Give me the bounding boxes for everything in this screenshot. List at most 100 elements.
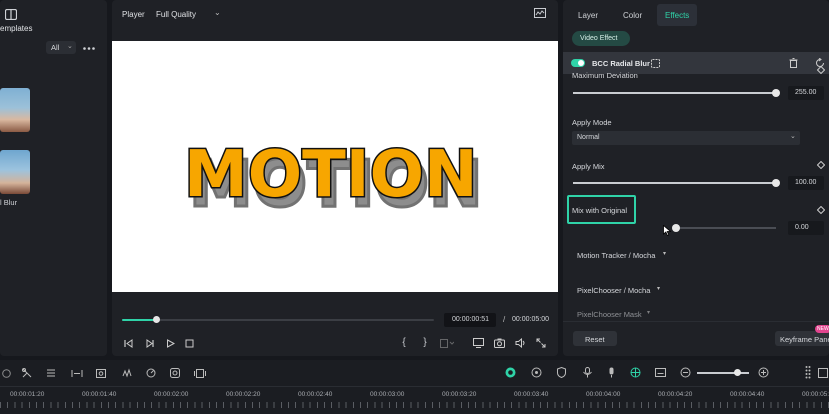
zoom-in-icon[interactable] bbox=[758, 367, 769, 378]
slider-fill bbox=[573, 92, 776, 94]
effect-settings-icon[interactable] bbox=[650, 58, 660, 68]
mouse-cursor bbox=[663, 225, 671, 236]
playback-progress[interactable] bbox=[122, 316, 434, 323]
effect-enable-toggle[interactable] bbox=[571, 59, 585, 67]
playhead-handle[interactable] bbox=[153, 316, 161, 323]
zoom-out-icon[interactable] bbox=[680, 367, 691, 378]
mix-original-value[interactable]: 0.00 bbox=[788, 221, 824, 235]
delete-icon[interactable] bbox=[1, 368, 11, 378]
clip-icon[interactable] bbox=[194, 368, 206, 378]
ruler-label: 00:00:04:40 bbox=[730, 391, 765, 398]
current-time-box[interactable]: 00:00:00:51 bbox=[444, 313, 496, 327]
keyframe-icon[interactable] bbox=[817, 161, 825, 169]
player-label: Player bbox=[122, 10, 145, 19]
play-reverse-icon[interactable] bbox=[144, 338, 154, 348]
ruler-label: 00:00:03:20 bbox=[442, 391, 477, 398]
zoom-slider-handle[interactable] bbox=[734, 369, 741, 376]
mix-original-slider[interactable] bbox=[672, 224, 776, 232]
effects-panel: Layer Color Effects Video Effect BCC Rad… bbox=[563, 0, 829, 356]
slider-handle[interactable] bbox=[772, 89, 780, 97]
zoom-slider[interactable] bbox=[697, 369, 749, 376]
caret-down-icon: ▾ bbox=[663, 251, 667, 257]
play-icon[interactable] bbox=[165, 338, 175, 348]
keyframe-panel-label: Keyframe Pane bbox=[780, 335, 829, 344]
filter-value: All bbox=[51, 43, 60, 52]
subtitle-icon[interactable] bbox=[655, 367, 666, 378]
subtab-video-effect[interactable]: Video Effect bbox=[572, 31, 630, 46]
media-thumbnail[interactable] bbox=[0, 88, 30, 132]
panel-layout-icon[interactable] bbox=[5, 8, 17, 20]
fit-icon[interactable] bbox=[71, 368, 83, 378]
mark-in-icon[interactable]: { bbox=[400, 337, 408, 348]
fullscreen-icon[interactable] bbox=[536, 338, 546, 348]
mask-icon[interactable] bbox=[170, 368, 180, 378]
section-motion-tracker[interactable]: Motion Tracker / Mocha ▾ bbox=[577, 247, 697, 261]
apply-mode-select[interactable]: Normal ⌄ bbox=[572, 131, 800, 145]
more-icon[interactable] bbox=[83, 44, 95, 52]
adjust-icon[interactable] bbox=[46, 368, 56, 378]
motion-icon[interactable] bbox=[531, 367, 542, 378]
stop-icon[interactable] bbox=[184, 338, 194, 348]
effect-name: BCC Radial Blur bbox=[592, 59, 650, 68]
new-badge: NEW bbox=[815, 325, 829, 333]
display-icon[interactable] bbox=[473, 338, 484, 348]
time-separator: / bbox=[503, 315, 506, 324]
split-icon[interactable] bbox=[22, 368, 32, 378]
slider-handle[interactable] bbox=[672, 224, 680, 232]
render-icon[interactable] bbox=[505, 367, 516, 378]
timeline-panel: 00:00:01:20 00:00:01:40 00:00:02:00 00:00:0… bbox=[0, 360, 829, 414]
media-panel: emplates All ⌄ l Blur bbox=[0, 0, 107, 356]
filter-dropdown[interactable]: All ⌄ bbox=[46, 41, 76, 54]
quality-dropdown[interactable]: Full Quality ⌄ bbox=[152, 6, 226, 21]
layout-icon[interactable] bbox=[818, 367, 828, 378]
subtab-label: Video Effect bbox=[580, 35, 618, 42]
reset-label: Reset bbox=[585, 335, 605, 344]
volume-icon[interactable] bbox=[515, 338, 526, 348]
tab-layer[interactable]: Layer bbox=[573, 4, 603, 26]
waveform-icon[interactable] bbox=[534, 8, 546, 18]
reset-button[interactable]: Reset bbox=[573, 331, 617, 346]
timeline-ruler[interactable]: 00:00:01:20 00:00:01:40 00:00:02:00 00:00:0… bbox=[0, 386, 829, 414]
ruler-label: 00:00:04:00 bbox=[586, 391, 621, 398]
apply-mix-slider[interactable] bbox=[573, 179, 780, 187]
audio-icon[interactable] bbox=[122, 368, 132, 378]
microphone-icon[interactable] bbox=[582, 367, 592, 378]
timeline-toolbar bbox=[0, 360, 829, 384]
prev-frame-icon[interactable] bbox=[123, 338, 133, 348]
chevron-down-icon: ⌄ bbox=[790, 133, 796, 140]
tab-effects[interactable]: Effects bbox=[657, 4, 697, 26]
preview-canvas[interactable]: MOTION MOTION bbox=[112, 41, 558, 292]
apply-mode-label: Apply Mode bbox=[572, 118, 612, 127]
max-deviation-slider[interactable] bbox=[573, 89, 780, 97]
section-label: Motion Tracker / Mocha bbox=[577, 251, 656, 260]
tab-color[interactable]: Color bbox=[618, 4, 648, 26]
keyframe-panel-button[interactable]: Keyframe Pane bbox=[775, 331, 829, 346]
section-label: PixelChooser Mask bbox=[577, 310, 642, 319]
section-pixelchooser-mask[interactable]: PixelChooser Mask ▾ bbox=[577, 306, 697, 320]
templates-label[interactable]: emplates bbox=[0, 24, 32, 33]
ruler-label: 00:00:02:00 bbox=[154, 391, 189, 398]
motion-title-graphic: MOTION MOTION bbox=[183, 137, 485, 224]
mark-out-icon[interactable]: } bbox=[421, 337, 429, 348]
keyframe-icon[interactable] bbox=[817, 206, 825, 214]
trash-icon[interactable] bbox=[788, 58, 798, 68]
ai-icon[interactable] bbox=[630, 367, 641, 378]
keyframe-icon[interactable] bbox=[817, 66, 825, 74]
shield-icon[interactable] bbox=[556, 367, 566, 378]
slider-handle[interactable] bbox=[772, 179, 780, 187]
grid-icon[interactable] bbox=[804, 365, 812, 379]
playback-progress-fill bbox=[122, 319, 157, 321]
crop-icon[interactable] bbox=[96, 368, 106, 378]
speed-icon[interactable] bbox=[146, 368, 156, 378]
max-deviation-value[interactable]: 255.00 bbox=[788, 86, 824, 100]
thumbnail-caption: l Blur bbox=[0, 198, 18, 207]
apply-mix-label: Apply Mix bbox=[572, 162, 605, 171]
snapshot-icon[interactable] bbox=[494, 338, 505, 348]
quality-value: Full Quality bbox=[156, 10, 197, 19]
apply-mix-value[interactable]: 100.00 bbox=[788, 176, 824, 190]
voiceover-icon[interactable] bbox=[606, 367, 616, 378]
ruler-label: 00:00:01:20 bbox=[10, 391, 45, 398]
section-pixelchooser[interactable]: PixelChooser / Mocha ▾ bbox=[577, 282, 697, 296]
media-thumbnail[interactable] bbox=[0, 150, 30, 194]
insert-icon[interactable] bbox=[440, 338, 454, 348]
